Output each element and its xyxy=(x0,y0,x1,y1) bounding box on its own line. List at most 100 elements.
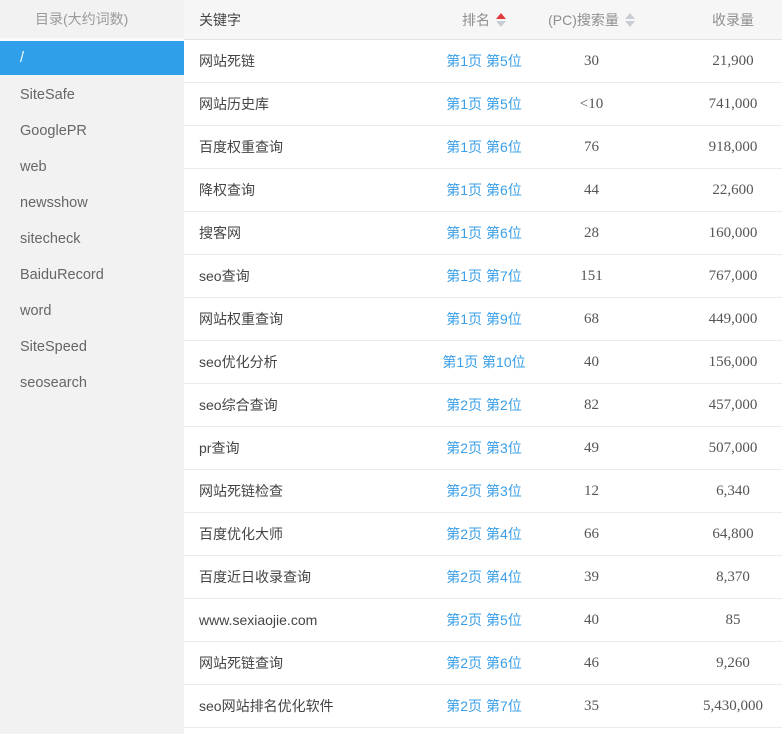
rank-cell: 第2页 第4位 xyxy=(429,524,539,544)
search-volume-cell: 35 xyxy=(539,698,644,715)
table-row: 百度近日收录查询第2页 第4位398,370 xyxy=(184,556,782,599)
search-volume-sort-icon[interactable] xyxy=(625,13,635,27)
index-count-cell: 507,000 xyxy=(644,440,782,457)
sidebar-item-googlepr[interactable]: GooglePR xyxy=(0,113,184,149)
table-row: 百度优化大师 第2页 第4位 6664,800 xyxy=(184,513,782,556)
search-volume-cell: 66 xyxy=(539,526,644,543)
column-header-keyword: 关键字 xyxy=(184,10,429,30)
index-count-cell: 6,340 xyxy=(644,483,782,500)
rank-cell: 第1页 第7位 xyxy=(429,266,539,286)
directory-sidebar: 目录(大约词数) /SiteSafeGooglePRwebnewsshowsit… xyxy=(0,0,184,734)
rank-link[interactable]: 第2页 第5位 xyxy=(446,612,521,628)
sidebar-title: 目录(大约词数) xyxy=(35,9,128,29)
rank-link[interactable]: 第1页 第9位 xyxy=(446,311,521,327)
search-volume-cell: 46 xyxy=(539,655,644,672)
sidebar-item-web[interactable]: web xyxy=(0,149,184,185)
keyword-cell: 降权查询 xyxy=(184,180,429,200)
table-row: 百度权重查询第1页 第6位76918,000 xyxy=(184,126,782,169)
search-volume-cell: <10 xyxy=(539,96,644,113)
table-row: seo查询 第1页 第7位 151767,000 xyxy=(184,255,782,298)
table-row: 降权查询 第1页 第6位 4422,600 xyxy=(184,169,782,212)
column-header-rank[interactable]: 排名 xyxy=(429,10,539,30)
rank-link[interactable]: 第1页 第10位 xyxy=(442,354,525,370)
rank-cell: 第1页 第6位 xyxy=(429,137,539,157)
keyword-cell: www.sexiaojie.com xyxy=(184,612,429,628)
column-header-search-volume[interactable]: (PC)搜索量 xyxy=(539,10,644,30)
search-volume-cell: 68 xyxy=(539,311,644,328)
rank-link[interactable]: 第1页 第6位 xyxy=(446,182,521,198)
index-count-cell: 64,800 xyxy=(644,526,782,543)
sidebar-item-root[interactable]: / xyxy=(0,41,184,75)
index-count-cell: 457,000 xyxy=(644,397,782,414)
index-count-cell: 767,000 xyxy=(644,268,782,285)
table-header-row: 关键字 排名 (PC)搜索量 收录量 xyxy=(184,0,782,40)
rank-link[interactable]: 第1页 第5位 xyxy=(446,53,521,69)
keyword-cell: seo优化分析 xyxy=(184,352,429,372)
keyword-cell: pr查询 xyxy=(184,438,429,458)
search-volume-header-label: (PC)搜索量 xyxy=(548,10,619,30)
sidebar-item-newsshow[interactable]: newsshow xyxy=(0,185,184,221)
rank-link[interactable]: 第2页 第4位 xyxy=(446,569,521,585)
keyword-cell: 百度近日收录查询 xyxy=(184,567,429,587)
index-count-cell: 9,260 xyxy=(644,655,782,672)
index-count-cell: 449,000 xyxy=(644,311,782,328)
rank-cell: 第2页 第7位 xyxy=(429,696,539,716)
table-row: seo网站排名优化软件第2页 第7位355,430,000 xyxy=(184,685,782,728)
rank-cell: 第1页 第6位 xyxy=(429,223,539,243)
search-volume-cell: 82 xyxy=(539,397,644,414)
keyword-cell: seo查询 xyxy=(184,266,429,286)
rank-link[interactable]: 第1页 第5位 xyxy=(446,96,521,112)
rank-cell: 第2页 第5位 xyxy=(429,610,539,630)
table-row: 网站死链查询 第2页 第6位 469,260 xyxy=(184,642,782,685)
search-volume-cell: 28 xyxy=(539,225,644,242)
table-row: 搜客网第1页 第6位28160,000 xyxy=(184,212,782,255)
rank-link[interactable]: 第2页 第7位 xyxy=(446,698,521,714)
search-volume-cell: 12 xyxy=(539,483,644,500)
index-count-cell: 8,370 xyxy=(644,569,782,586)
search-volume-cell: 44 xyxy=(539,182,644,199)
rank-link[interactable]: 第2页 第3位 xyxy=(446,483,521,499)
table-row: 网站历史库 第1页 第5位 <10741,000 xyxy=(184,83,782,126)
index-count-cell: 741,000 xyxy=(644,96,782,113)
keyword-cell: 网站历史库 xyxy=(184,94,429,114)
rank-sort-icon[interactable] xyxy=(496,13,506,27)
index-count-cell: 160,000 xyxy=(644,225,782,242)
keyword-cell: 网站死链检查 xyxy=(184,481,429,501)
search-volume-cell: 40 xyxy=(539,354,644,371)
sidebar-item-baidurecord[interactable]: BaiduRecord xyxy=(0,257,184,293)
table-row: pr查询第2页 第3位49507,000 xyxy=(184,427,782,470)
rank-link[interactable]: 第1页 第6位 xyxy=(446,139,521,155)
rank-header-label: 排名 xyxy=(462,10,490,30)
rank-cell: 第2页 第3位 xyxy=(429,438,539,458)
rank-cell: 第1页 第6位 xyxy=(429,180,539,200)
rank-link[interactable]: 第2页 第6位 xyxy=(446,655,521,671)
rank-link[interactable]: 第2页 第3位 xyxy=(446,440,521,456)
index-count-cell: 21,900 xyxy=(644,53,782,70)
rank-cell: 第2页 第6位 xyxy=(429,653,539,673)
rank-link[interactable]: 第2页 第2位 xyxy=(446,397,521,413)
rank-link[interactable]: 第1页 第6位 xyxy=(446,225,521,241)
search-volume-cell: 151 xyxy=(539,268,644,285)
sidebar-item-word[interactable]: word xyxy=(0,293,184,329)
keyword-cell: 网站死链查询 xyxy=(184,653,429,673)
table-row: 网站死链检查 第2页 第3位 126,340 xyxy=(184,470,782,513)
column-header-index-count: 收录量 xyxy=(644,10,782,30)
table-body: 网站死链第1页 第5位3021,900网站历史库第1页 第5位<10741,00… xyxy=(184,40,782,728)
index-count-cell: 22,600 xyxy=(644,182,782,199)
rank-link[interactable]: 第2页 第4位 xyxy=(446,526,521,542)
sidebar-item-sitesafe[interactable]: SiteSafe xyxy=(0,77,184,113)
sidebar-item-seosearch[interactable]: seosearch xyxy=(0,365,184,401)
keyword-cell: seo网站排名优化软件 xyxy=(184,696,429,716)
table-row: seo优化分析第1页 第10位40156,000 xyxy=(184,341,782,384)
keyword-cell: 百度优化大师 xyxy=(184,524,429,544)
sidebar-item-sitespeed[interactable]: SiteSpeed xyxy=(0,329,184,365)
search-volume-cell: 40 xyxy=(539,612,644,629)
table-row: 网站权重查询第1页 第9位68449,000 xyxy=(184,298,782,341)
keyword-table: 关键字 排名 (PC)搜索量 收录量 网站死链第1页 第5位3021,900网站… xyxy=(184,0,782,734)
rank-cell: 第1页 第5位 xyxy=(429,51,539,71)
table-row: www.sexiaojie.com第2页 第5位4085 xyxy=(184,599,782,642)
sidebar-item-sitecheck[interactable]: sitecheck xyxy=(0,221,184,257)
rank-link[interactable]: 第1页 第7位 xyxy=(446,268,521,284)
table-row: seo综合查询第2页 第2位82457,000 xyxy=(184,384,782,427)
rank-cell: 第2页 第4位 xyxy=(429,567,539,587)
